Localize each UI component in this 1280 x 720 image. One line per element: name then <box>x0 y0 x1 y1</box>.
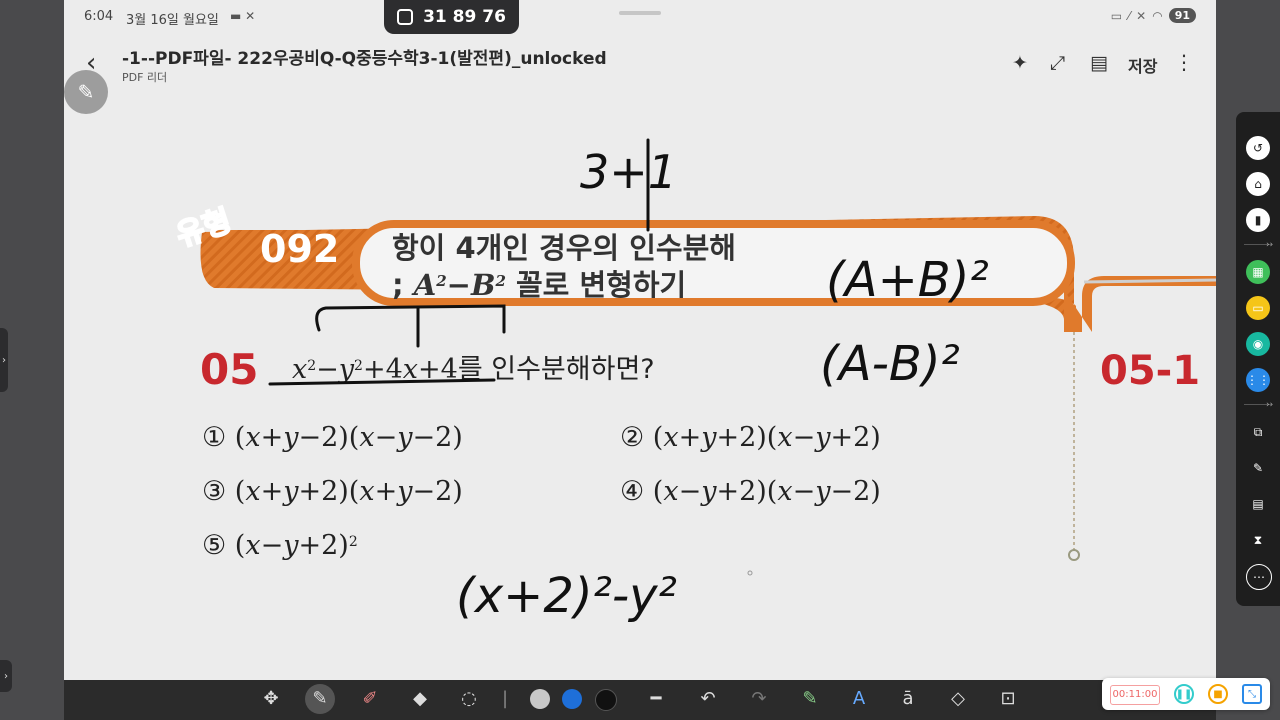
stop-recording-icon[interactable]: ■ <box>1208 684 1228 704</box>
sidebar-pen-icon[interactable]: ✎ <box>1246 456 1270 480</box>
code-icon <box>397 9 414 25</box>
heading-line-2: ; A2−B2 꼴로 변형하기 <box>392 268 686 302</box>
color-black-swatch[interactable] <box>595 689 617 711</box>
expand-recorder-icon[interactable]: ⤡ <box>1242 684 1262 704</box>
sidebar-home-icon[interactable]: ⌂ <box>1246 172 1270 196</box>
hw-bracket <box>315 304 506 334</box>
text-style-icon[interactable]: A <box>848 688 870 710</box>
eraser-icon[interactable]: ◆ <box>409 688 431 710</box>
wifi-icon: ◠ <box>1152 8 1163 23</box>
hw-bottom: (x+2)²-y² <box>456 568 677 624</box>
sidebar-back-icon[interactable]: ↺ <box>1246 136 1270 160</box>
heading-line-2-suffix: 꼴로 변형하기 <box>506 268 686 302</box>
left-frame <box>0 0 64 720</box>
move-icon[interactable]: ✥ <box>260 688 282 710</box>
pen-tool-icon[interactable]: ✎ <box>305 684 335 714</box>
banner-tail <box>1064 276 1216 332</box>
sidebar-hourglass-icon[interactable]: ⧗ <box>1246 528 1270 552</box>
document-settings-icon[interactable]: ▤ <box>1090 52 1108 74</box>
sidebar-recents-icon[interactable]: ▮ <box>1246 208 1270 232</box>
status-time: 6:04 <box>84 9 114 24</box>
hw-right-1: (A+B)² <box>826 252 989 308</box>
app-subtitle: PDF 리더 <box>122 71 168 84</box>
lock-icon[interactable]: ⊡ <box>997 688 1019 710</box>
choice-3-marker: ③ <box>202 476 226 507</box>
undo-icon[interactable]: ↶ <box>697 688 719 710</box>
pdf-page[interactable]: 유형 092 항이 4개인 경우의 인수분해 ; A2−B2 꼴로 변형하기 0… <box>64 110 1216 680</box>
code-pill[interactable]: 31 89 76 <box>384 0 519 34</box>
cast-icon: ▭ <box>1110 8 1123 23</box>
sidebar-app-teal-icon[interactable]: ◉ <box>1246 332 1270 356</box>
sidebar-window-icon[interactable]: ⧉ <box>1246 420 1270 444</box>
pen-fab-button[interactable]: ✎ <box>64 70 108 114</box>
sidebar-arrow-icon: ›› <box>1266 240 1274 250</box>
sidebar-app-notes-icon[interactable]: ▭ <box>1246 296 1270 320</box>
choice-2-marker: ② <box>620 422 644 453</box>
hw-top: 3+1 <box>580 145 677 199</box>
edge-sidebar: ↺ ⌂ ▮ ›› ▦ ▭ ◉ ⋮⋮ ›› ⧉ ✎ ▤ ⧗ ⋯ <box>1236 112 1280 606</box>
pen-status-icon: ⁄ <box>1128 8 1131 23</box>
choice-1[interactable]: ① (x+y−2)(x−y−2) <box>202 422 463 453</box>
choice-4[interactable]: ④ (x−y+2)(x−y−2) <box>620 476 881 507</box>
pdf-reader-window: 6:04 3월 16일 월요일 ▬ ✕ 31 89 76 ▭ ⁄ ✕ ◠ 91 … <box>64 0 1216 680</box>
problem-number: 05 <box>200 345 258 394</box>
choice-5[interactable]: ⑤ (x−y+2)2 <box>202 530 358 561</box>
choice-5-marker: ⑤ <box>202 530 226 561</box>
guide-end-dot <box>1068 549 1080 561</box>
shapes-icon[interactable]: ◇ <box>947 688 969 710</box>
sidebar-arrow-icon-2: ›› <box>1266 400 1274 410</box>
color-blue-swatch[interactable] <box>562 689 582 709</box>
redo-icon[interactable]: ↷ <box>748 688 770 710</box>
next-problem-number: 05-1 <box>1100 348 1200 394</box>
text-box-icon[interactable]: ā <box>897 688 919 710</box>
sidebar-stack-icon[interactable]: ▤ <box>1246 492 1270 516</box>
color-gray-swatch[interactable] <box>530 689 550 709</box>
choice-1-marker: ① <box>202 422 226 453</box>
status-date: 3월 16일 월요일 <box>126 13 219 28</box>
choice-2[interactable]: ② (x+y+2)(x−y+2) <box>620 422 881 453</box>
edge-panel-handle-bottom[interactable]: › <box>0 660 12 692</box>
document-title: -1--PDF파일- 222우공비Q-Q중등수학3-1(발전편)_unlocke… <box>122 49 607 69</box>
mute-icon: ✕ <box>1136 8 1147 23</box>
sparkle-icon[interactable]: ✦ <box>1012 52 1028 74</box>
heading-formula: A2−B2 <box>411 268 506 302</box>
battery-badge: 91 <box>1168 8 1196 23</box>
lasso-icon[interactable]: ◌ <box>458 688 480 710</box>
type-number: 092 <box>260 227 339 271</box>
stroke-width-icon[interactable]: ━ <box>645 688 667 710</box>
pen-settings-icon[interactable]: ✎ <box>799 688 821 710</box>
recording-elapsed: 00:11:00 <box>1110 685 1160 705</box>
save-button[interactable]: 저장 <box>1128 53 1157 77</box>
highlighter-icon[interactable]: ✐ <box>359 688 381 710</box>
status-icons-right: ▭ ⁄ ✕ ◠ 91 <box>1111 8 1196 23</box>
toolbar-divider: | <box>501 688 509 709</box>
screen-recorder-panel: 00:11:00 ❚❚ ■ ⤡ <box>1102 678 1270 710</box>
heading-line-2-prefix: ; <box>392 268 414 302</box>
expand-icon[interactable]: ⤢ <box>1050 52 1065 74</box>
choice-3[interactable]: ③ (x+y+2)(x+y−2) <box>202 476 463 507</box>
hw-right-2: (A-B)² <box>820 336 960 392</box>
choice-4-marker: ④ <box>620 476 644 507</box>
more-options-icon[interactable]: ⋮ <box>1174 50 1194 74</box>
sidebar-more-icon[interactable]: ⋯ <box>1246 564 1272 590</box>
pencil-icon: ✎ <box>77 80 95 104</box>
notification-icons: ▬ ✕ <box>230 9 256 23</box>
window-handle[interactable] <box>619 11 661 15</box>
heading-line-1: 항이 4개인 경우의 인수분해 <box>392 231 736 265</box>
stray-dot <box>747 570 753 576</box>
sidebar-app-grid-icon[interactable]: ⋮⋮ <box>1246 368 1270 392</box>
drawing-toolbar: ✥ ✎ ✐ ◆ ◌ | ━ ↶ ↷ ✎ A ā ◇ ⊡ <box>64 680 1216 720</box>
banner-gray-line <box>1083 278 1216 284</box>
status-bar: 6:04 3월 16일 월요일 ▬ ✕ 31 89 76 ▭ ⁄ ✕ ◠ 91 <box>64 0 1216 34</box>
edge-panel-handle[interactable]: › <box>0 328 8 392</box>
sidebar-app-green-icon[interactable]: ▦ <box>1246 260 1270 284</box>
pause-recording-icon[interactable]: ❚❚ <box>1174 684 1194 704</box>
code-value: 31 89 76 <box>423 7 506 27</box>
